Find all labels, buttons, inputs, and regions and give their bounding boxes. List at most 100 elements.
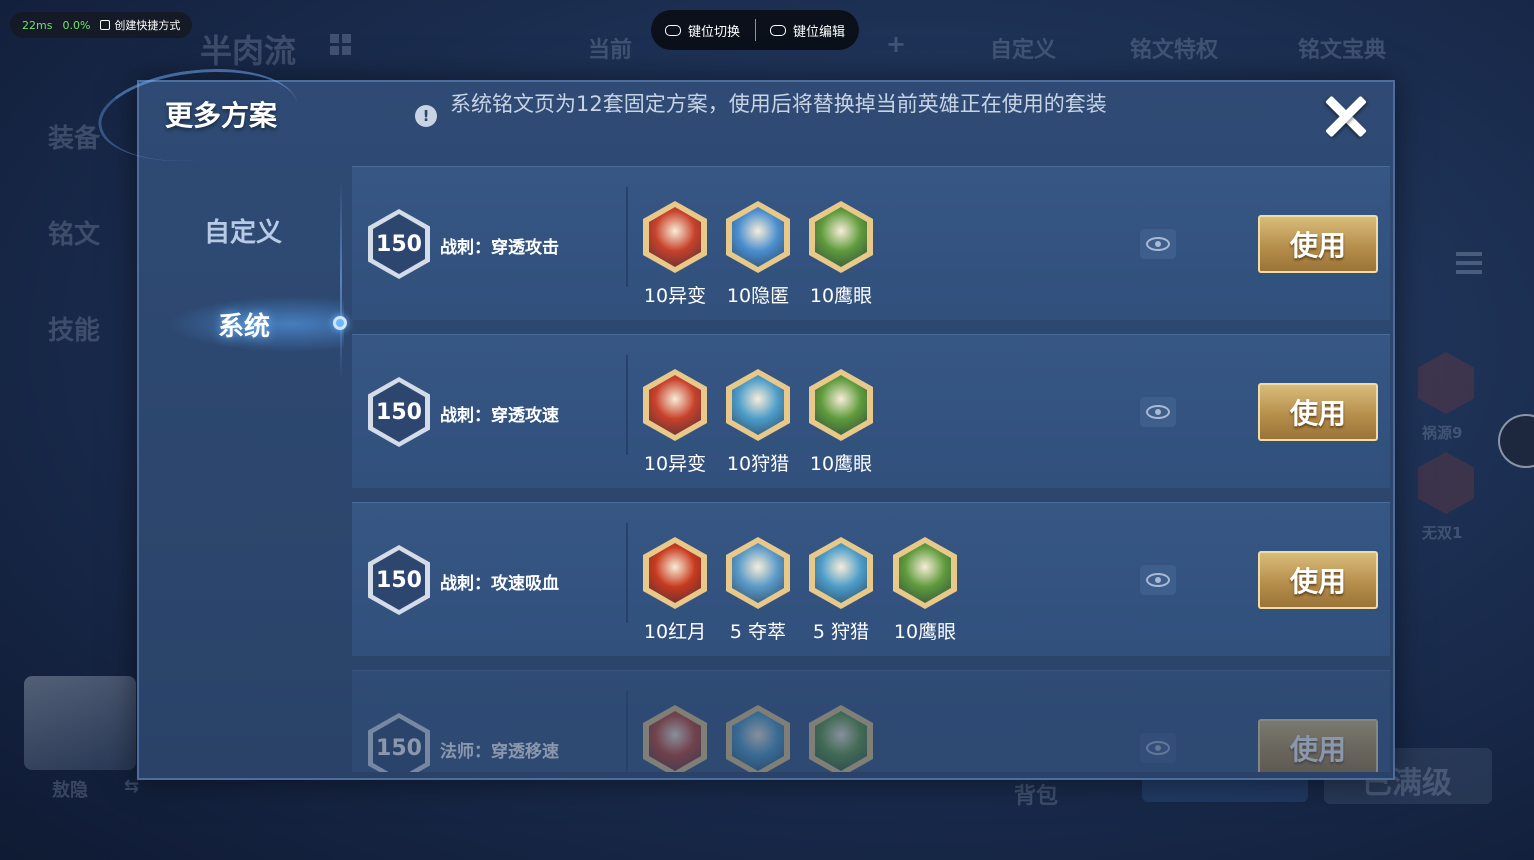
- background-plan-title: 半肉流: [200, 32, 297, 70]
- preview-button[interactable]: [1140, 565, 1176, 595]
- plan-row: 150 战刺：穿透攻击 10异变 10隐匿 10鹰眼 使用: [352, 166, 1390, 320]
- preview-button[interactable]: [1140, 733, 1176, 763]
- row-divider: [626, 691, 628, 772]
- tab-custom[interactable]: 自定义: [204, 212, 282, 249]
- red-rune-core: [649, 543, 701, 603]
- background-side-tab: 技能: [48, 316, 101, 346]
- preview-button[interactable]: [1140, 397, 1176, 427]
- emulator-stats-bar: 22ms 0.0% 创建快捷方式: [10, 12, 193, 38]
- green-rune-icon: [893, 537, 957, 609]
- tab-system[interactable]: 系统: [218, 306, 270, 343]
- key-edit-label: 键位编辑: [792, 24, 845, 40]
- red-rune-icon: [643, 537, 707, 609]
- green-rune-core: [815, 375, 867, 435]
- use-button[interactable]: 使用: [1258, 551, 1378, 609]
- dialog-notice: 系统铭文页为12套固定方案，使用后将替换掉当前英雄正在使用的套装: [450, 92, 1107, 116]
- rune-slot: [642, 705, 708, 772]
- red-rune-icon: [643, 705, 707, 772]
- level-badge: 150: [368, 377, 430, 447]
- blue-rune-core: [815, 543, 867, 603]
- preview-button[interactable]: [1140, 229, 1176, 259]
- latency-readout: 22ms: [22, 18, 53, 32]
- level-value: 150: [373, 550, 425, 610]
- red-rune-core: [649, 711, 701, 771]
- rune-slot: [808, 705, 874, 772]
- background-rune-icon: [1418, 452, 1474, 514]
- create-shortcut-button[interactable]: 创建快捷方式: [100, 17, 180, 33]
- red-rune-core: [649, 375, 701, 435]
- rune-slot: 10鹰眼: [808, 201, 874, 308]
- background-privilege-label: 铭文特权: [1130, 38, 1219, 63]
- rune-label: 10鹰眼: [809, 453, 873, 475]
- floating-knob-icon[interactable]: [1498, 414, 1534, 468]
- background-current-label: 当前: [588, 38, 633, 63]
- use-button[interactable]: 使用: [1258, 719, 1378, 772]
- eye-icon: [1146, 405, 1170, 419]
- gamepad-icon: [769, 24, 786, 36]
- row-divider: [626, 187, 628, 287]
- plan-row: 150 战刺：攻速吸血 10红月 5 夺萃 5 狩猎 10鹰眼 使用: [352, 502, 1390, 656]
- level-badge: 150: [368, 209, 430, 279]
- plan-name: 战刺：穿透攻击: [440, 238, 559, 258]
- red-rune-icon: [643, 201, 707, 273]
- background-hero-name: 敖隐: [52, 780, 88, 801]
- key-switch-label: 键位切换: [688, 24, 741, 40]
- plan-name: 战刺：攻速吸血: [440, 574, 559, 594]
- close-button[interactable]: [1320, 90, 1372, 142]
- use-button[interactable]: 使用: [1258, 215, 1378, 273]
- green-rune-icon: [809, 369, 873, 441]
- rune-slot: 5 狩猎: [808, 537, 874, 644]
- background-bag-label: 背包: [1014, 784, 1059, 809]
- plan-name: 法师：穿透移速: [440, 742, 559, 762]
- use-button[interactable]: 使用: [1258, 383, 1378, 441]
- background-rune-icon: [1418, 352, 1474, 414]
- row-divider: [626, 355, 628, 455]
- plan-row: 150 战刺：穿透攻速 10异变 10狩猎 10鹰眼 使用: [352, 334, 1390, 488]
- blue-rune-icon: [726, 369, 790, 441]
- background-menu-icon: [1456, 252, 1482, 274]
- key-switch-button[interactable]: 键位切换: [665, 21, 740, 40]
- level-value: 150: [373, 718, 425, 772]
- blue-rune-icon: [809, 537, 873, 609]
- rune-slot: 10红月: [642, 537, 708, 644]
- cpu-readout: 0.0%: [62, 18, 91, 32]
- background-book-label: 铭文宝典: [1298, 38, 1387, 63]
- plan-row: 150 法师：穿透移速 使用: [352, 670, 1390, 772]
- emulator-keymap-bar: 键位切换 键位编辑: [651, 10, 859, 50]
- rune-slot: [725, 705, 791, 772]
- create-shortcut-label: 创建快捷方式: [114, 19, 181, 32]
- red-rune-core: [649, 207, 701, 267]
- green-rune-core: [899, 543, 951, 603]
- keymap-divider: [754, 19, 756, 41]
- blue-rune-icon: [726, 201, 790, 273]
- background-custom-label: 自定义: [990, 38, 1057, 63]
- green-rune-core: [815, 711, 867, 771]
- background-side-tab: 装备: [48, 124, 101, 154]
- key-edit-button[interactable]: 键位编辑: [769, 21, 845, 40]
- level-value: 150: [373, 382, 425, 442]
- blue-rune-core: [732, 207, 784, 267]
- background-rune-label: 祸源9: [1422, 424, 1463, 442]
- rune-slot: 10隐匿: [725, 201, 791, 308]
- red-rune-icon: [643, 369, 707, 441]
- plan-list[interactable]: 150 战刺：穿透攻击 10异变 10隐匿 10鹰眼 使用 150 战刺：穿透攻…: [352, 166, 1390, 772]
- blue-rune-core: [732, 375, 784, 435]
- row-divider: [626, 523, 628, 623]
- level-badge: 150: [368, 545, 430, 615]
- eye-icon: [1146, 237, 1170, 251]
- shortcut-icon: [100, 20, 111, 30]
- eye-icon: [1146, 573, 1170, 587]
- rune-slot: 10异变: [642, 369, 708, 476]
- rune-slot: 10异变: [642, 201, 708, 308]
- green-rune-icon: [809, 705, 873, 772]
- rune-slot: 10鹰眼: [808, 369, 874, 476]
- blue-rune-core: [732, 711, 784, 771]
- blue-rune-icon: [726, 537, 790, 609]
- rune-label: 10鹰眼: [893, 621, 957, 643]
- blue-rune-icon: [726, 705, 790, 772]
- rune-label: 10鹰眼: [809, 285, 873, 307]
- tab-selected-indicator: [333, 316, 347, 330]
- gamepad-icon: [665, 24, 681, 36]
- info-icon: !: [415, 105, 437, 127]
- background-plus-icon: +: [886, 30, 907, 58]
